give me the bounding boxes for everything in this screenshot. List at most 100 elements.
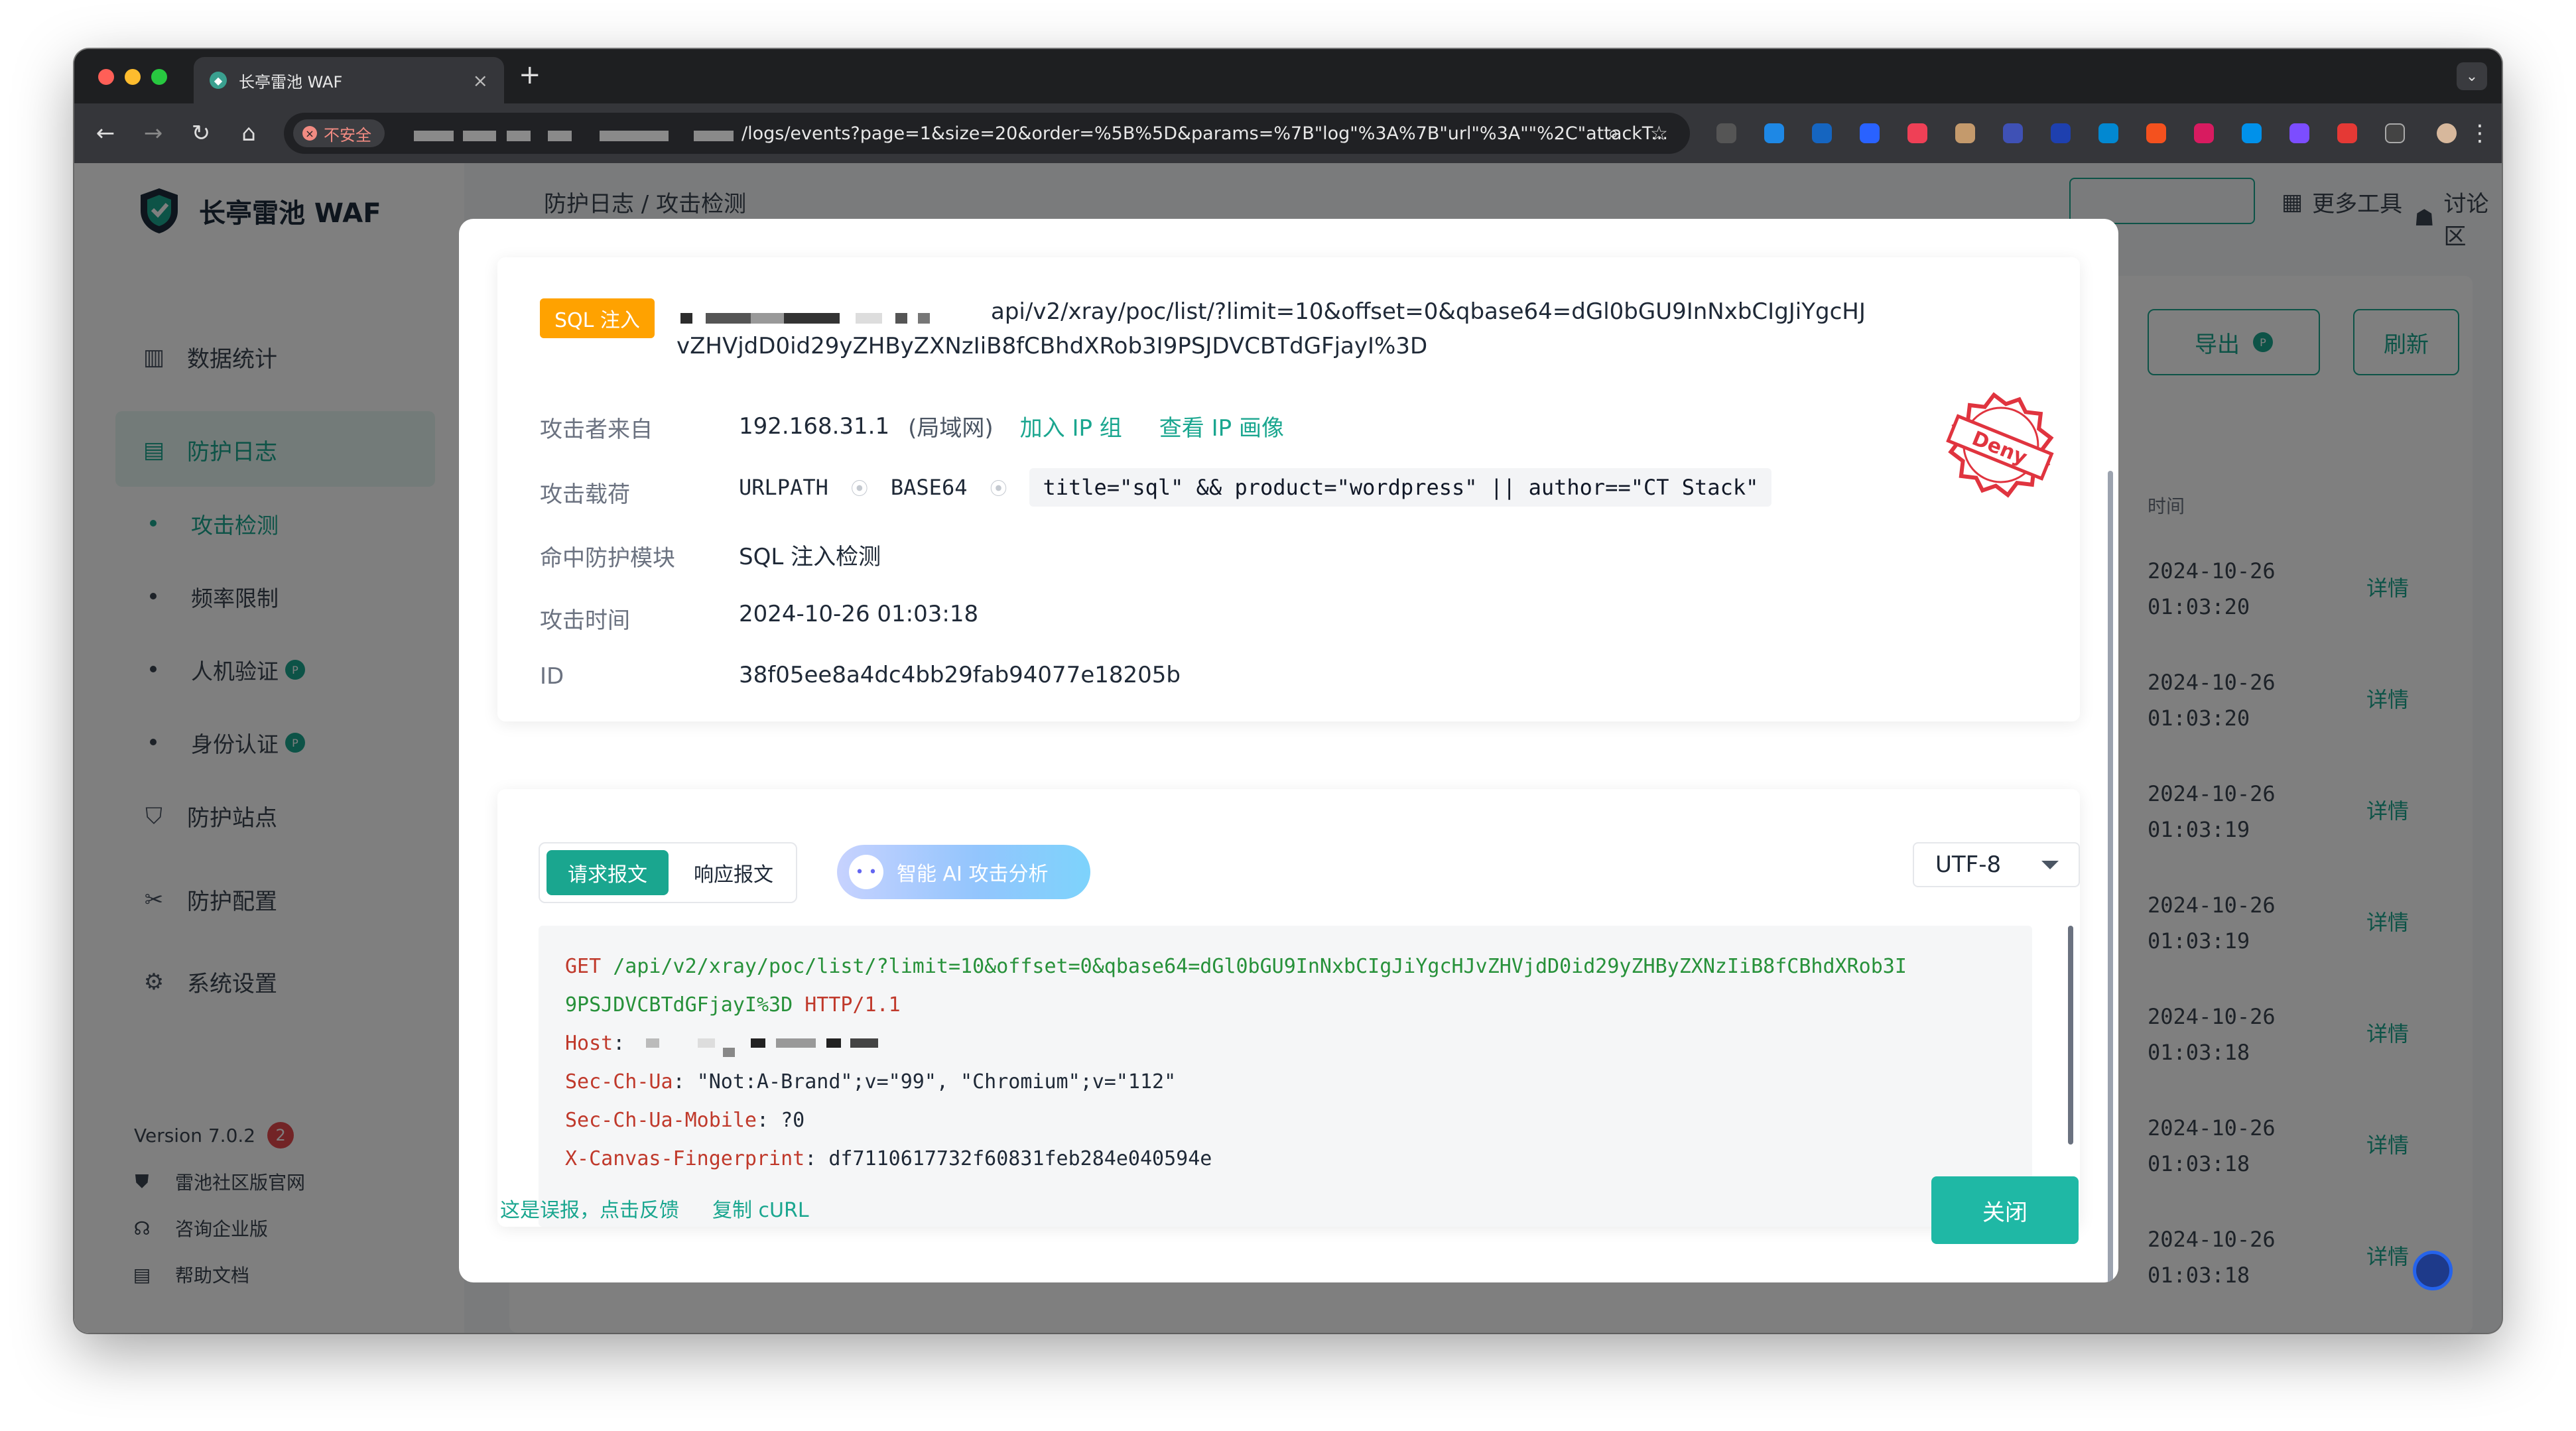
decode-step-icon: ⦿ — [990, 479, 1007, 499]
payload-decoded: title="sql" && product="wordpress" || au… — [1029, 468, 1772, 507]
request-code-view[interactable]: GET /api/v2/xray/poc/list/?limit=10&offs… — [539, 926, 2073, 1227]
tab-title: 长亭雷池 WAF — [239, 72, 343, 92]
packet-card: 请求报文 响应报文 • • 智能 AI 攻击分析 UTF-8 GET /api/… — [497, 789, 2080, 1227]
encoding-value: UTF-8 — [1935, 851, 2002, 878]
zoom-icon[interactable]: ⌕ — [1608, 122, 1619, 145]
ai-button-label: 智能 AI 攻击分析 — [897, 863, 1049, 886]
extension-icon[interactable] — [1955, 123, 1975, 143]
new-tab-button[interactable]: + — [519, 60, 541, 90]
extension-send-icon[interactable] — [1716, 123, 1736, 143]
browser-tab[interactable]: ◆ 长亭雷池 WAF × — [194, 57, 504, 103]
copy-curl-link[interactable]: 复制 cURL — [712, 1194, 809, 1223]
address-bar[interactable]: × 不安全 /logs/events?page=1&size=20&order=… — [284, 113, 1690, 154]
extension-icon[interactable] — [1860, 123, 1880, 143]
browser-toolbar: ← → ↻ ⌂ × 不安全 /logs/events?page=1&size=2… — [74, 103, 2502, 163]
extension-icon[interactable] — [2289, 123, 2309, 143]
reload-icon[interactable]: ↻ — [183, 115, 219, 151]
favicon-shield-icon: ◆ — [210, 72, 227, 89]
payload-part: URLPATH — [739, 475, 828, 500]
zoom-window-button[interactable] — [151, 69, 167, 85]
attack-summary-card: SQL 注入 api/v2/xray/poc/list/?limit=10&of… — [497, 257, 2080, 721]
payload-value: URLPATH ⦿ BASE64 ⦿ title="sql" && produc… — [739, 468, 1772, 507]
extension-icon[interactable] — [2242, 123, 2262, 143]
url-blur — [548, 131, 572, 141]
decode-step-icon: ⦿ — [850, 479, 868, 499]
robot-face-icon: • • — [849, 855, 883, 889]
header-value: ?0 — [781, 1109, 805, 1132]
extension-icon[interactable] — [2337, 123, 2357, 143]
tab-request[interactable]: 请求报文 — [547, 850, 669, 895]
extension-icon[interactable] — [2098, 123, 2118, 143]
extension-icon[interactable] — [2194, 123, 2214, 143]
attack-url-value: api/v2/xray/poc/list/?limit=10&offset=0&… — [676, 298, 1866, 359]
module-value: SQL 注入检测 — [739, 544, 881, 570]
close-window-button[interactable] — [98, 69, 114, 85]
extension-icon[interactable] — [1764, 123, 1784, 143]
back-arrow-icon[interactable]: ← — [88, 115, 123, 151]
http-protocol: HTTP/1.1 — [805, 993, 901, 1017]
extension-icon[interactable] — [2003, 123, 2023, 143]
url-text[interactable]: /logs/events?page=1&size=20&order=%5B%5D… — [741, 123, 1668, 144]
extensions-puzzle-icon[interactable] — [2385, 123, 2405, 143]
http-path: 9PSJDVCBTdGFjayI%3D — [565, 993, 793, 1017]
close-button[interactable]: 关闭 — [1931, 1176, 2079, 1244]
source-value: 192.168.31.1 (局域网) 加入 IP 组 查看 IP 画像 — [739, 410, 1284, 442]
id-label: ID — [540, 663, 564, 690]
redacted-host — [723, 1048, 735, 1057]
ai-analysis-button[interactable]: • • 智能 AI 攻击分析 — [837, 845, 1090, 899]
tab-close-icon[interactable]: × — [473, 70, 488, 92]
tab-bar: ◆ 长亭雷池 WAF × + ⌄ — [74, 49, 2502, 103]
false-positive-feedback-link[interactable]: 这是误报，点击反馈 — [500, 1194, 679, 1223]
url-blur — [414, 131, 454, 141]
modal-scrollbar[interactable] — [2108, 471, 2113, 1282]
encoding-select[interactable]: UTF-8 — [1913, 842, 2080, 887]
attack-url-text: api/v2/xray/poc/list/?limit=10&offset=0&… — [676, 294, 1870, 363]
tab-search-chevron-icon[interactable]: ⌄ — [2457, 62, 2487, 90]
packet-tabs: 请求报文 响应报文 — [539, 842, 797, 903]
url-blur — [507, 131, 531, 141]
url-blur — [463, 131, 496, 141]
caret-down-icon — [2041, 861, 2059, 869]
redacted-host — [751, 1038, 765, 1048]
extension-icon[interactable] — [2146, 123, 2166, 143]
redacted-host — [646, 1038, 659, 1048]
redacted-host — [850, 1038, 878, 1048]
url-blur — [600, 131, 669, 141]
extension-icon[interactable] — [1812, 123, 1832, 143]
view-ip-profile-link[interactable]: 查看 IP 画像 — [1159, 410, 1284, 442]
header-name: X-Canvas-Fingerprint — [565, 1147, 805, 1170]
http-path: /api/v2/xray/poc/list/?limit=10&offset=0… — [613, 955, 1907, 978]
browser-window: ◆ 长亭雷池 WAF × + ⌄ ← → ↻ ⌂ × 不安全 /logs/eve… — [74, 49, 2502, 1333]
home-icon[interactable]: ⌂ — [231, 115, 267, 151]
source-region: (局域网) — [908, 415, 994, 442]
tab-response[interactable]: 响应报文 — [675, 850, 792, 895]
time-label: 攻击时间 — [540, 607, 630, 634]
extension-icon[interactable] — [2051, 123, 2071, 143]
code-scrollbar[interactable] — [2068, 926, 2073, 1145]
bookmark-star-icon[interactable]: ☆ — [1650, 122, 1668, 145]
pocket-icon[interactable] — [1907, 123, 1927, 143]
more-menu-icon[interactable]: ⋮ — [2469, 115, 2491, 151]
profile-avatar[interactable] — [2437, 123, 2457, 143]
forward-arrow-icon[interactable]: → — [135, 115, 171, 151]
source-label: 攻击者来自 — [540, 416, 653, 443]
redacted-host — [776, 1038, 816, 1048]
security-indicator[interactable]: × 不安全 — [293, 119, 385, 147]
deny-stamp-icon: Deny — [1946, 392, 2054, 498]
header-value: df7110617732f60831feb284e040594e — [828, 1147, 1212, 1170]
module-label: 命中防护模块 — [540, 545, 675, 572]
url-blur — [694, 131, 734, 141]
warning-icon: × — [302, 126, 317, 141]
redacted-host — [826, 1038, 841, 1048]
id-value: 38f05ee8a4dc4bb29fab94077e18205b — [739, 662, 1181, 688]
attack-detail-modal: SQL 注入 api/v2/xray/poc/list/?limit=10&of… — [459, 219, 2118, 1282]
attack-type-tag: SQL 注入 — [540, 298, 655, 338]
redacted-host — [698, 1038, 715, 1048]
header-name: Sec-Ch-Ua — [565, 1070, 673, 1093]
add-ip-group-link[interactable]: 加入 IP 组 — [1020, 410, 1122, 442]
time-value: 2024-10-26 01:03:18 — [739, 601, 979, 627]
chat-bubble-icon[interactable] — [2413, 1251, 2453, 1290]
minimize-window-button[interactable] — [125, 69, 141, 85]
header-name: Host — [565, 1032, 613, 1055]
header-name: Sec-Ch-Ua-Mobile — [565, 1109, 757, 1132]
